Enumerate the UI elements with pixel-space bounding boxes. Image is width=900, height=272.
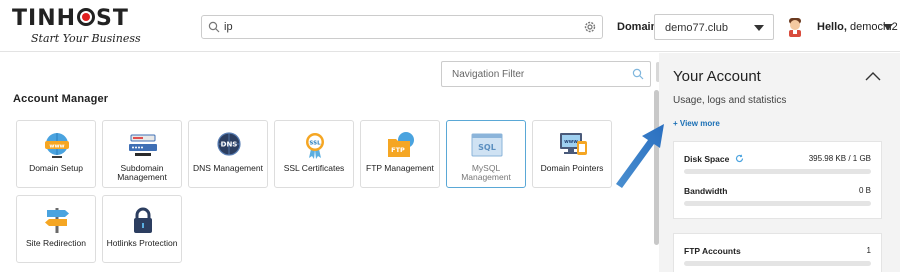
- your-account-subtitle: Usage, logs and statistics: [673, 95, 787, 106]
- logo-tagline: Start Your Business: [31, 32, 141, 45]
- stat-value: 395.98 KB / 1 GB: [808, 154, 871, 163]
- tile-label: DNS Management: [193, 163, 263, 173]
- search-icon: [632, 68, 644, 80]
- www-globe-icon: www: [45, 133, 69, 158]
- accounts-card: FTP Accounts 1: [673, 233, 882, 272]
- domain-select-value: demo77.club: [665, 22, 728, 34]
- tile-label: Site Redirection: [25, 238, 86, 248]
- stat-label: FTP Accounts: [684, 246, 741, 256]
- logo-wordmark: TINH ST: [12, 6, 129, 31]
- stat-value: 1: [866, 246, 871, 255]
- view-more-link[interactable]: + View more: [673, 119, 720, 128]
- svg-text:SSL: SSL: [309, 141, 321, 147]
- your-account-panel: Your Account Usage, logs and statistics …: [659, 53, 900, 272]
- ftp-accounts-stat: FTP Accounts 1: [684, 246, 871, 270]
- your-account-title: Your Account: [673, 68, 761, 85]
- tile-label: Domain Setup: [29, 163, 83, 173]
- tile-mysql-management[interactable]: SQL MySQL Management: [446, 120, 526, 188]
- disk-space-stat: Disk Space 395.98 KB / 1 GB: [684, 154, 871, 178]
- domain-select[interactable]: demo77.club: [654, 14, 774, 40]
- domain-label: Domain: [617, 21, 658, 33]
- user-menu-chevron-icon[interactable]: [883, 24, 893, 30]
- section-title: Account Manager: [13, 93, 109, 105]
- top-header: TINH ST Start Your Business ip Domain dem…: [0, 0, 900, 52]
- search-input[interactable]: ip: [201, 15, 603, 39]
- chevron-up-icon[interactable]: [864, 70, 882, 82]
- navigation-filter-placeholder: Navigation Filter: [452, 69, 525, 80]
- refresh-icon[interactable]: [735, 154, 744, 163]
- progress-bar: [684, 169, 871, 174]
- gear-icon[interactable]: [583, 20, 597, 34]
- svg-text:www: www: [564, 139, 578, 145]
- navigation-filter-input[interactable]: Navigation Filter: [441, 61, 651, 87]
- progress-bar: [684, 261, 871, 266]
- search-icon: [208, 21, 220, 33]
- tile-hotlinks-protection[interactable]: Hotlinks Protection: [102, 195, 182, 263]
- ssl-badge-icon: SSL: [306, 133, 324, 159]
- ftp-folder-icon: FTP: [388, 132, 414, 157]
- domain-pointer-icon: www: [560, 133, 587, 155]
- tile-domain-setup[interactable]: www Domain Setup: [16, 120, 96, 188]
- dns-icon: DNS: [217, 132, 241, 156]
- logo-o-mark: [77, 8, 96, 26]
- svg-text:www: www: [49, 144, 64, 150]
- stat-label: Bandwidth: [684, 186, 728, 196]
- main-content: Navigation Filter Account Manager www Do…: [0, 53, 656, 272]
- subdomain-icon: [129, 134, 157, 156]
- usage-card: Disk Space 395.98 KB / 1 GB Bandwidth 0 …: [673, 141, 882, 219]
- svg-text:SQL: SQL: [478, 143, 496, 152]
- tile-ssl-certificates[interactable]: SSL SSL Certificates: [274, 120, 354, 188]
- progress-bar: [684, 201, 871, 206]
- tile-label: SSL Certificates: [283, 163, 345, 173]
- tinohost-logo[interactable]: TINH ST Start Your Business: [12, 6, 142, 48]
- search-value: ip: [224, 21, 233, 33]
- bandwidth-stat: Bandwidth 0 B: [684, 186, 871, 210]
- tile-label: MySQL Management: [461, 163, 511, 182]
- tile-label: FTP Management: [366, 163, 434, 173]
- svg-text:DNS: DNS: [221, 141, 238, 149]
- sql-window-icon: SQL: [471, 133, 503, 157]
- avatar[interactable]: [786, 17, 804, 37]
- stat-label: Disk Space: [684, 154, 730, 164]
- padlock-icon: [134, 207, 152, 233]
- tile-domain-pointers[interactable]: www Domain Pointers: [532, 120, 612, 188]
- svg-text:FTP: FTP: [391, 146, 405, 154]
- stat-value: 0 B: [858, 186, 871, 195]
- signpost-icon: [45, 208, 69, 233]
- tile-site-redirection[interactable]: Site Redirection: [16, 195, 96, 263]
- annotation-arrow: [616, 124, 664, 188]
- tile-label: Hotlinks Protection: [106, 238, 178, 248]
- tile-subdomain-management[interactable]: Subdomain Management: [102, 120, 182, 188]
- tile-label: Domain Pointers: [540, 163, 604, 173]
- tile-dns-management[interactable]: DNS DNS Management: [188, 120, 268, 188]
- tile-label: Subdomain Management: [117, 163, 167, 182]
- tile-ftp-management[interactable]: FTP FTP Management: [360, 120, 440, 188]
- chevron-down-icon: [754, 25, 764, 31]
